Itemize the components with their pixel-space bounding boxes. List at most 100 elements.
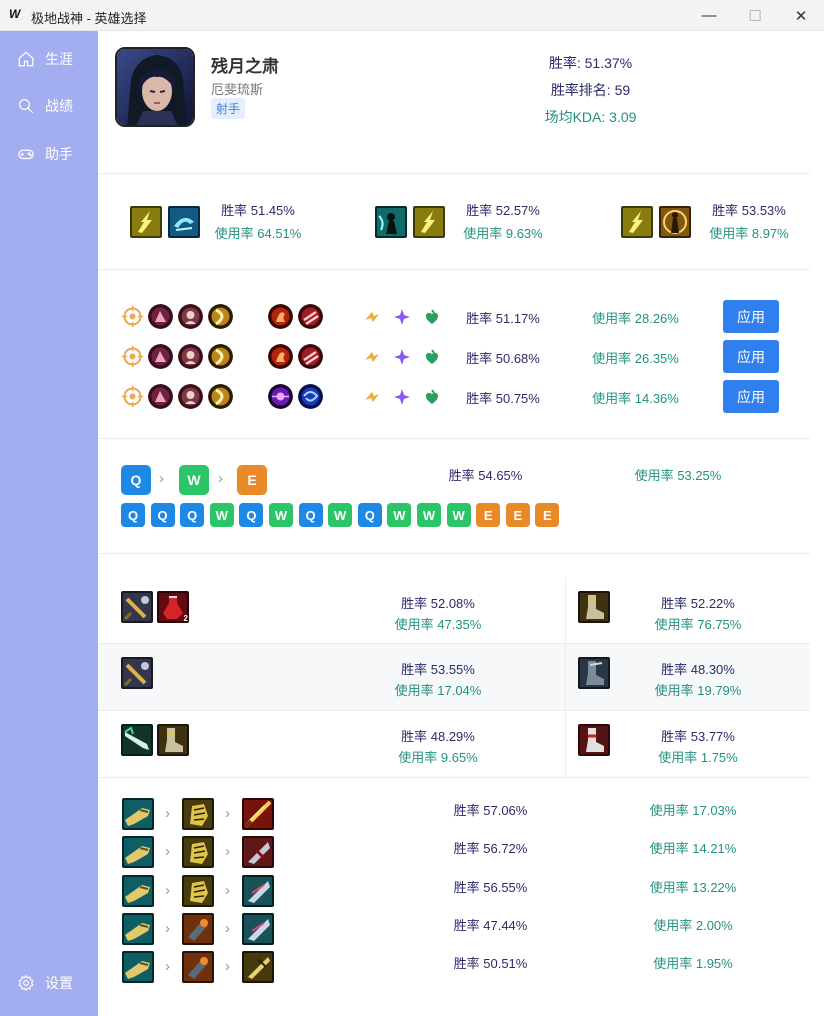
item-blade-icon bbox=[121, 724, 153, 756]
item-boots-icon bbox=[157, 724, 189, 756]
skill-use-rate: 使用率 53.25% bbox=[634, 468, 722, 483]
spell-win-rate: 胜率 51.45% bbox=[221, 203, 295, 218]
item-potion-icon: 2 bbox=[157, 591, 189, 623]
rune-win-rate: 胜率 50.68% bbox=[466, 351, 540, 366]
close-button[interactable]: ✕ bbox=[778, 0, 824, 31]
shard-adapt-icon bbox=[393, 308, 411, 326]
rune-gold-icon bbox=[208, 344, 233, 369]
rune-gold-icon bbox=[208, 304, 233, 329]
build-item-wits-icon bbox=[242, 874, 274, 907]
section-divider bbox=[98, 173, 810, 174]
skill-step-w: W bbox=[417, 503, 441, 527]
build-item-gun-icon bbox=[122, 798, 154, 830]
hero-name: 残月之肃 bbox=[211, 57, 279, 76]
boots-item-icon bbox=[578, 657, 610, 689]
chevron-right-icon: › bbox=[218, 470, 223, 487]
rune-redclaw-icon bbox=[298, 304, 323, 329]
build-use-rate: 使用率 17.03% bbox=[649, 803, 737, 818]
hero-win-rate: 胜率: 51.37% bbox=[548, 55, 633, 71]
build-item-gauntlet-icon bbox=[182, 874, 214, 907]
chevron-right-icon: › bbox=[165, 843, 170, 861]
rune-arcane-icon bbox=[268, 384, 293, 409]
shard-health-icon bbox=[423, 308, 441, 326]
hero-subname: 厄斐琉斯 bbox=[211, 82, 264, 97]
minimize-button[interactable]: — bbox=[686, 0, 732, 31]
apply-rune-button[interactable]: 应用 bbox=[723, 340, 779, 373]
build-item-gun-icon bbox=[122, 951, 154, 984]
spell-use-rate: 使用率 64.51% bbox=[214, 226, 302, 241]
item-hilt-icon bbox=[121, 657, 153, 689]
rune-use-rate: 使用率 14.36% bbox=[592, 391, 679, 406]
build-use-rate: 使用率 2.00% bbox=[653, 917, 733, 933]
build-item-gun-icon bbox=[122, 836, 154, 869]
section-divider bbox=[98, 438, 810, 439]
build-win-rate: 胜率 50.51% bbox=[453, 956, 528, 972]
sidebar-item-record[interactable]: 战绩 bbox=[0, 91, 98, 121]
build-use-rate: 使用率 14.21% bbox=[649, 841, 737, 857]
build-item-mercur-icon bbox=[242, 951, 274, 984]
rune-pres-icon bbox=[178, 304, 203, 329]
section-divider bbox=[98, 269, 810, 270]
apply-rune-button[interactable]: 应用 bbox=[723, 300, 779, 333]
gear-icon bbox=[18, 974, 34, 992]
gamepad-icon bbox=[18, 149, 34, 160]
apply-rune-button[interactable]: 应用 bbox=[723, 380, 779, 413]
rune-gold-icon bbox=[208, 384, 233, 409]
maximize-button[interactable]: ☐ bbox=[732, 0, 778, 31]
skill-step-w: W bbox=[269, 503, 293, 527]
shard-health-icon bbox=[423, 388, 441, 406]
rune-win-rate: 胜率 50.75% bbox=[466, 391, 540, 406]
precision-keystone-icon bbox=[120, 344, 145, 369]
sidebar-item-label: 设置 bbox=[45, 975, 73, 991]
chevron-right-icon: › bbox=[225, 919, 230, 937]
skill-step-q: Q bbox=[121, 503, 145, 527]
chevron-right-icon: › bbox=[225, 881, 230, 899]
build-use-rate: 使用率 13.22% bbox=[649, 879, 737, 895]
build-item-dominik-icon bbox=[242, 836, 274, 869]
shard-adapt-icon bbox=[393, 388, 411, 406]
rune-use-rate: 使用率 26.35% bbox=[592, 351, 679, 366]
shard-speed-icon bbox=[363, 308, 381, 326]
window-title: 极地战神 - 英雄选择 bbox=[31, 11, 147, 26]
build-win-rate: 胜率 57.06% bbox=[453, 803, 528, 818]
build-item-infinity-icon bbox=[242, 798, 274, 830]
boots-use-rate: 使用率 19.79% bbox=[654, 683, 742, 698]
rune-win-rate: 胜率 51.17% bbox=[466, 311, 540, 326]
sidebar-item-helper[interactable]: 助手 bbox=[0, 139, 98, 169]
boots-item-icon bbox=[578, 591, 610, 623]
build-item-gun-icon bbox=[122, 912, 154, 945]
sidebar-item-label: 战绩 bbox=[45, 98, 73, 114]
build-win-rate: 胜率 56.55% bbox=[453, 879, 528, 895]
hero-win-rank: 胜率排名: 59 bbox=[550, 82, 631, 98]
chevron-right-icon: › bbox=[225, 958, 230, 976]
title-bar: W 极地战神 - 英雄选择 — ☐ ✕ bbox=[0, 0, 824, 31]
rune-lethal-icon bbox=[148, 304, 173, 329]
boots-win-rate: 胜率 52.22% bbox=[661, 596, 735, 611]
chevron-right-icon: › bbox=[165, 958, 170, 976]
rune-swirl-icon bbox=[298, 384, 323, 409]
column-divider bbox=[565, 577, 566, 777]
skill-step-e: E bbox=[535, 503, 560, 527]
starter-win-rate: 胜率 52.08% bbox=[401, 596, 475, 611]
item-count-badge: 2 bbox=[183, 614, 188, 623]
starter-win-rate: 胜率 48.29% bbox=[401, 729, 475, 744]
build-item-wits-icon bbox=[242, 912, 274, 945]
boots-win-rate: 胜率 53.77% bbox=[661, 729, 735, 744]
boots-item-icon bbox=[578, 724, 610, 756]
section-divider bbox=[98, 777, 810, 778]
app-logo: W bbox=[9, 7, 21, 21]
cleanse-spell-icon bbox=[375, 206, 407, 238]
build-item-cannon-icon bbox=[182, 912, 214, 945]
main-panel: 残月之肃 厄斐琉斯 射手 胜率: 51.37% 胜率排名: 59 场均KDA: … bbox=[98, 31, 810, 1016]
skill-step-q: Q bbox=[239, 503, 264, 527]
spell-win-rate: 胜率 52.57% bbox=[466, 203, 540, 218]
row-divider bbox=[98, 643, 810, 644]
hero-portrait bbox=[115, 47, 195, 127]
sidebar-item-career[interactable]: 生涯 bbox=[0, 44, 98, 74]
rune-use-rate: 使用率 28.26% bbox=[592, 311, 679, 326]
chevron-right-icon: › bbox=[165, 919, 170, 937]
scrollbar-track[interactable] bbox=[810, 31, 824, 1016]
chevron-right-icon: › bbox=[225, 843, 230, 861]
hero-kda: 场均KDA: 3.09 bbox=[544, 109, 637, 125]
sidebar-item-settings[interactable]: 设置 bbox=[0, 968, 98, 998]
